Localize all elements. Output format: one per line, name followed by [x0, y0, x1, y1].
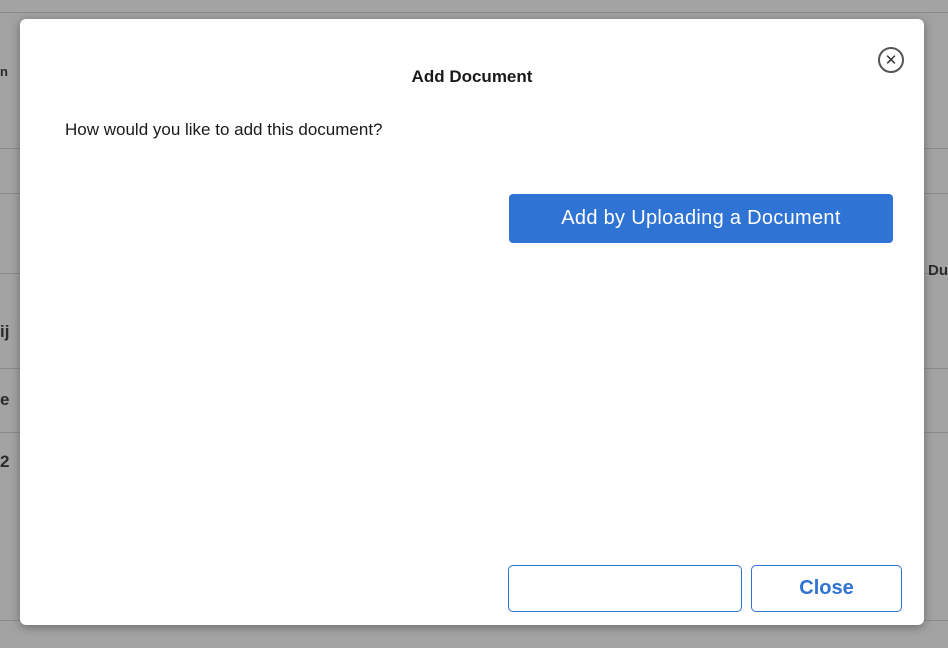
background-text-fragment: Du	[928, 262, 948, 279]
close-button[interactable]: Close	[751, 565, 902, 612]
background-divider	[0, 12, 948, 13]
close-circle-icon[interactable]: ✕	[878, 47, 904, 73]
background-text-fragment: 2	[0, 452, 10, 471]
background-text-fragment: n	[0, 64, 8, 79]
dialog-prompt: How would you like to add this document?	[65, 120, 383, 139]
dialog-title: Add Document	[411, 67, 533, 86]
add-by-upload-button[interactable]: Add by Uploading a Document	[509, 194, 893, 243]
background-text-fragment: ij	[0, 322, 10, 341]
close-glyph: ✕	[884, 51, 898, 69]
background-text-fragment: e	[0, 390, 10, 409]
secondary-button[interactable]	[508, 565, 742, 612]
add-document-dialog: Add Document ✕ How would you like to add…	[20, 19, 924, 625]
